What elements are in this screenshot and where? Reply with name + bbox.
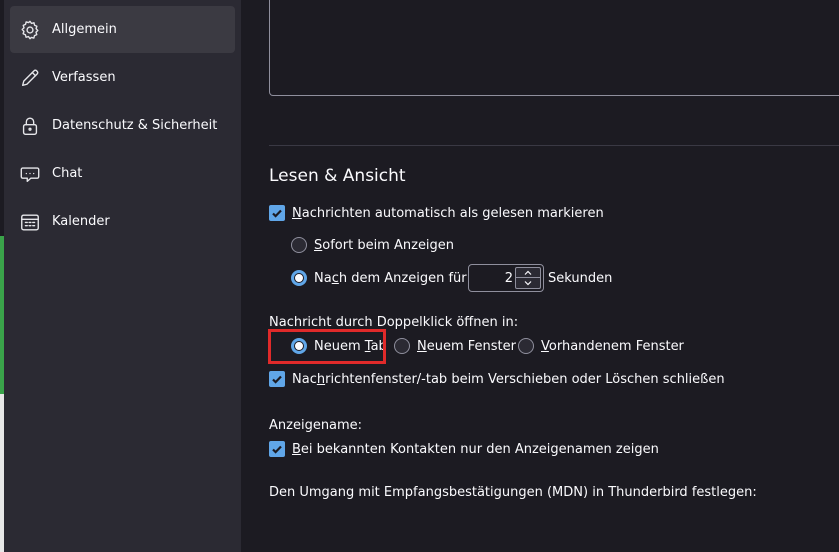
auto-mark-read-checkbox-row[interactable]: Nachrichten automatisch als gelesen mark… <box>269 205 604 221</box>
open-new-tab-radio-row[interactable]: Neuem Tab <box>291 338 387 354</box>
mark-after-delay-label: Nach dem Anzeigen für <box>314 270 467 286</box>
chat-icon <box>18 162 42 186</box>
chevron-up-icon <box>524 270 532 275</box>
stepper-up-button[interactable] <box>515 267 541 278</box>
sidebar-item-label: Chat <box>52 166 83 181</box>
display-name-heading: Anzeigename: <box>269 418 363 433</box>
section-divider <box>269 145 839 146</box>
show-display-name-checkbox-row[interactable]: Bei bekannten Kontakten nur den Anzeigen… <box>269 441 659 457</box>
section-title: Lesen & Ansicht <box>269 166 406 186</box>
sidebar-item-general[interactable]: Allgemein <box>10 6 235 53</box>
gear-icon <box>18 18 42 42</box>
mdn-description: Den Umgang mit Empfangsbestätigungen (MD… <box>269 485 757 500</box>
delay-seconds-value[interactable]: 2 <box>469 271 513 286</box>
open-existing-window-radio[interactable] <box>518 338 534 354</box>
mark-immediately-radio-row[interactable]: Sofort beim Anzeigen <box>291 237 454 253</box>
settings-window: Allgemein Verfassen Datenschutz & Sicher… <box>0 0 839 552</box>
mark-immediately-radio[interactable] <box>291 237 307 253</box>
text-area[interactable] <box>269 0 839 96</box>
delay-unit-label: Sekunden <box>548 271 613 286</box>
open-existing-window-radio-row[interactable]: Vorhandenem Fenster <box>518 338 684 354</box>
delay-seconds-stepper[interactable]: 2 <box>468 264 544 292</box>
open-existing-window-label: Vorhandenem Fenster <box>541 338 684 354</box>
sidebar-item-label: Verfassen <box>52 70 116 85</box>
open-new-tab-radio[interactable] <box>291 338 307 354</box>
auto-mark-read-checkbox[interactable] <box>269 205 285 221</box>
sidebar-item-label: Allgemein <box>52 22 117 37</box>
chevron-down-icon <box>524 281 532 286</box>
sidebar-item-label: Kalender <box>52 214 110 229</box>
checkmark-icon <box>272 375 282 384</box>
checkmark-icon <box>272 209 282 218</box>
open-new-window-label: Neuem Fenster <box>417 338 516 354</box>
auto-mark-read-label: Nachrichten automatisch als gelesen mark… <box>292 205 604 221</box>
open-message-heading: Nachricht durch Doppelklick öffnen in: <box>269 315 519 330</box>
sidebar-item-label: Datenschutz & Sicherheit <box>52 118 218 133</box>
mark-immediately-label: Sofort beim Anzeigen <box>314 237 455 253</box>
close-on-move-label: Nachrichtenfenster/-tab beim Verschieben… <box>292 371 725 387</box>
pencil-icon <box>18 66 42 90</box>
stepper-buttons <box>515 267 541 289</box>
show-display-name-checkbox[interactable] <box>269 441 285 457</box>
sidebar-item-privacy-security[interactable]: Datenschutz & Sicherheit <box>10 102 235 149</box>
checkmark-icon <box>272 445 282 454</box>
mark-after-delay-radio-row[interactable]: Nach dem Anzeigen für <box>291 270 467 286</box>
lock-icon <box>18 114 42 138</box>
open-new-tab-label: Neuem Tab <box>314 338 387 354</box>
open-new-window-radio-row[interactable]: Neuem Fenster <box>394 338 516 354</box>
sidebar-item-chat[interactable]: Chat <box>10 150 235 197</box>
close-on-move-checkbox[interactable] <box>269 371 285 387</box>
show-display-name-label: Bei bekannten Kontakten nur den Anzeigen… <box>292 441 659 457</box>
settings-sidebar: Allgemein Verfassen Datenschutz & Sicher… <box>4 0 241 552</box>
stepper-down-button[interactable] <box>515 278 541 289</box>
close-on-move-checkbox-row[interactable]: Nachrichtenfenster/-tab beim Verschieben… <box>269 371 725 387</box>
settings-content: Lesen & Ansicht Nachrichten automatisch … <box>241 0 839 552</box>
sidebar-item-compose[interactable]: Verfassen <box>10 54 235 101</box>
sidebar-item-calendar[interactable]: Kalender <box>10 198 235 245</box>
calendar-icon <box>18 210 42 234</box>
mark-after-delay-radio[interactable] <box>291 270 307 286</box>
open-new-window-radio[interactable] <box>394 338 410 354</box>
